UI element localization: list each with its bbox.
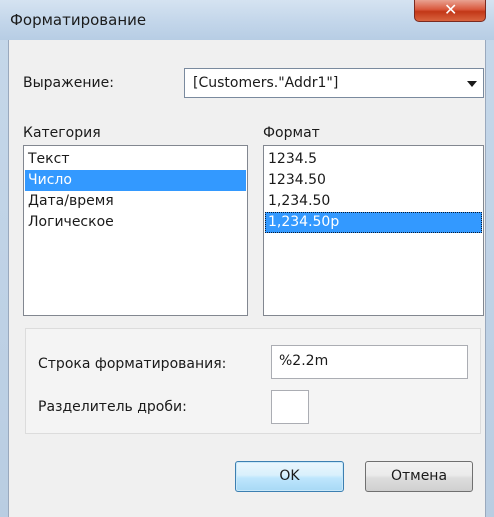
format-label: Формат: [263, 125, 320, 141]
category-item-logical[interactable]: Логическое: [25, 212, 246, 233]
format-item[interactable]: 1234.5: [265, 149, 482, 170]
decimal-separator-label: Разделитель дроби:: [38, 399, 187, 415]
chevron-down-icon[interactable]: [467, 81, 477, 87]
format-listbox[interactable]: 1234.5 1234.50 1,234.50 1,234.50р: [263, 145, 484, 316]
window-title: Форматирование: [10, 11, 147, 29]
format-string-label: Строка форматирования:: [38, 356, 227, 372]
format-item[interactable]: 1,234.50: [265, 191, 482, 212]
category-listbox[interactable]: Текст Число Дата/время Логическое: [23, 145, 248, 316]
format-item[interactable]: 1234.50: [265, 170, 482, 191]
title-bar[interactable]: Форматирование ✕: [0, 0, 494, 40]
format-string-input[interactable]: %2.2m: [271, 345, 468, 379]
expression-label: Выражение:: [23, 75, 114, 91]
category-label: Категория: [23, 125, 101, 141]
category-item-text[interactable]: Текст: [25, 149, 246, 170]
format-item-selected[interactable]: 1,234.50р: [265, 212, 482, 233]
category-item-datetime[interactable]: Дата/время: [25, 191, 246, 212]
decimal-separator-input[interactable]: [271, 390, 309, 424]
format-options-group: Строка форматирования: %2.2m Разделитель…: [25, 328, 481, 434]
dialog-window: Форматирование ✕ Выражение: [Customers."…: [0, 0, 494, 517]
expression-combobox[interactable]: [Customers."Addr1"]: [184, 68, 484, 98]
category-item-number[interactable]: Число: [25, 170, 246, 191]
close-button[interactable]: ✕: [414, 0, 486, 22]
close-icon: ✕: [444, 0, 458, 19]
cancel-button[interactable]: Отмена: [365, 461, 473, 492]
dialog-client-area: Выражение: [Customers."Addr1"] Категория…: [8, 40, 486, 517]
format-string-value: %2.2m: [279, 353, 329, 369]
ok-button[interactable]: OK: [235, 461, 344, 492]
expression-value: [Customers."Addr1"]: [193, 75, 339, 91]
